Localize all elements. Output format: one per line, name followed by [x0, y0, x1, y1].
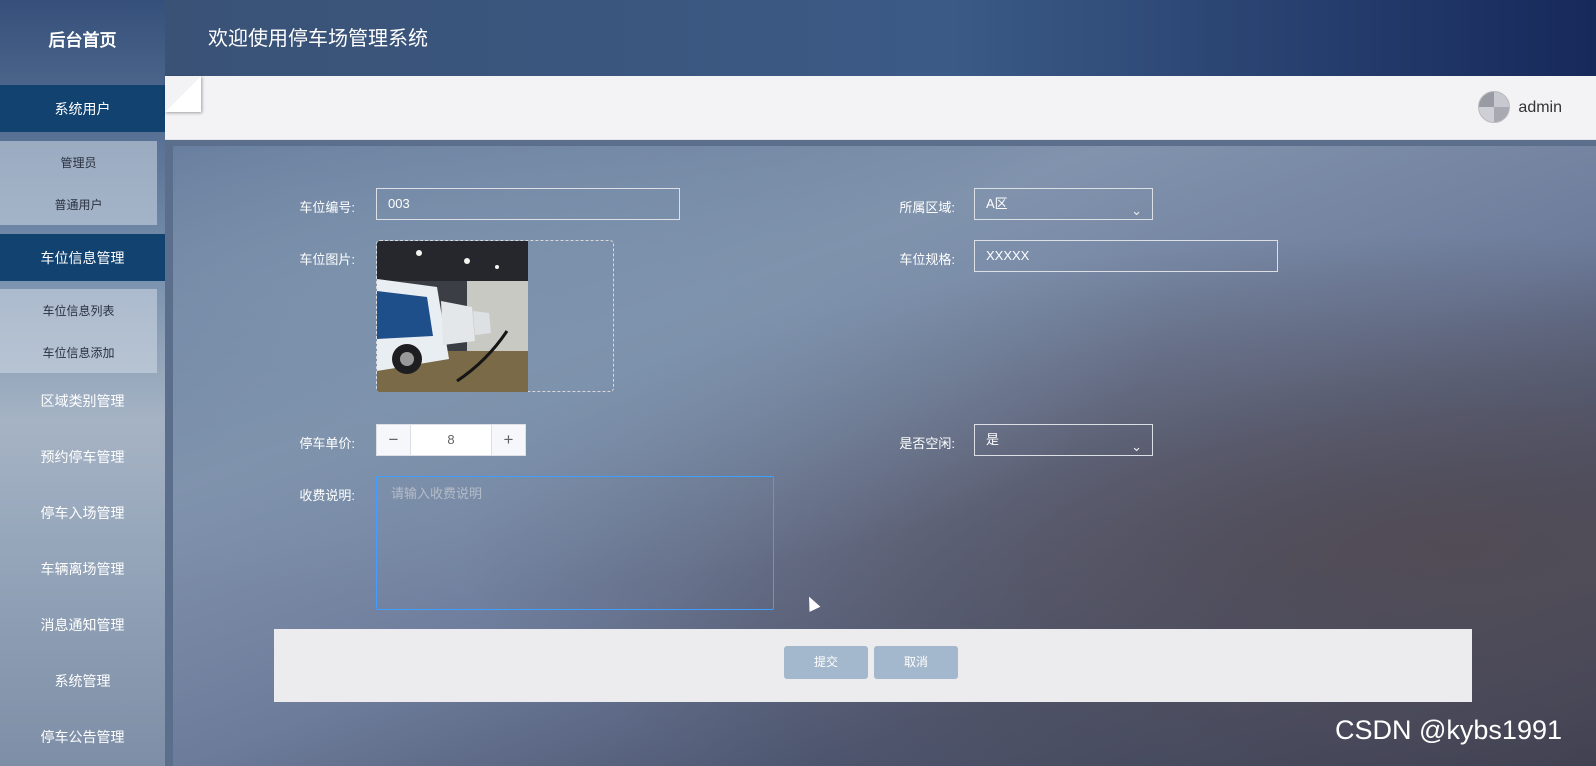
chevron-down-icon: ⌄ [1131, 203, 1142, 218]
idle-select-value: 是 [986, 432, 1000, 447]
sidebar-item-area[interactable]: 区域类别管理 [0, 373, 165, 429]
sidebar-item-announcement[interactable]: 停车公告管理 [0, 709, 165, 765]
sidebar: 后台首页 系统用户 管理员 普通用户 车位信息管理 车位信息列表 车位信息添加 … [0, 0, 165, 766]
sidebar-item-notice[interactable]: 消息通知管理 [0, 597, 165, 653]
space-no-input[interactable]: 003 [376, 188, 680, 220]
header: 欢迎使用停车场管理系统 [165, 0, 1596, 76]
parking-space-image [377, 241, 528, 392]
fee-description-textarea[interactable]: 请输入收费说明 [376, 476, 774, 610]
price-stepper[interactable]: − 8 + [376, 424, 526, 456]
price-value[interactable]: 8 [411, 425, 491, 455]
sidebar-item-reservation[interactable]: 预约停车管理 [0, 429, 165, 485]
avatar[interactable] [1478, 91, 1510, 123]
idle-select[interactable]: 是 ⌄ [974, 424, 1153, 456]
sidebar-submenu-users: 管理员 普通用户 [0, 141, 157, 225]
area-label: 所属区域: [899, 200, 955, 215]
collapse-toggle-icon[interactable] [165, 76, 201, 112]
area-select-value: A区 [986, 196, 1008, 211]
sidebar-item-space-list[interactable]: 车位信息列表 [0, 289, 157, 331]
image-upload[interactable] [376, 240, 614, 392]
sidebar-item-system[interactable]: 系统管理 [0, 653, 165, 709]
username[interactable]: admin [1518, 99, 1562, 117]
form-footer: 提交 取消 [274, 629, 1472, 702]
sidebar-item-entry[interactable]: 停车入场管理 [0, 485, 165, 541]
chevron-down-icon: ⌄ [1131, 439, 1142, 454]
plus-icon[interactable]: + [491, 425, 525, 455]
spec-label: 车位规格: [899, 252, 955, 267]
space-no-label: 车位编号: [299, 200, 355, 215]
watermark: CSDN @kybs1991 [1335, 715, 1562, 745]
sidebar-group-space-info[interactable]: 车位信息管理 [0, 234, 165, 281]
minus-icon[interactable]: − [377, 425, 411, 455]
idle-label: 是否空闲: [899, 436, 955, 451]
topbar: admin [165, 76, 1596, 140]
sidebar-item-admin[interactable]: 管理员 [0, 141, 157, 183]
fee-label: 收费说明: [299, 488, 355, 503]
sidebar-group-system-users[interactable]: 系统用户 [0, 85, 165, 132]
sidebar-home[interactable]: 后台首页 [0, 0, 165, 76]
main-form: 车位编号: 003 所属区域: A区 ⌄ 车位图片: 车位规格: XXXXX 停… [173, 146, 1596, 766]
price-label: 停车单价: [299, 436, 355, 451]
sidebar-submenu-space: 车位信息列表 车位信息添加 [0, 289, 157, 373]
spec-input[interactable]: XXXXX [974, 240, 1278, 272]
image-label: 车位图片: [299, 252, 355, 267]
area-select[interactable]: A区 ⌄ [974, 188, 1153, 220]
submit-button[interactable]: 提交 [784, 646, 868, 679]
sidebar-item-exit[interactable]: 车辆离场管理 [0, 541, 165, 597]
sidebar-item-normal-user[interactable]: 普通用户 [0, 183, 157, 225]
sidebar-item-space-add[interactable]: 车位信息添加 [0, 331, 157, 373]
page-title: 欢迎使用停车场管理系统 [208, 28, 428, 50]
cancel-button[interactable]: 取消 [874, 646, 958, 679]
